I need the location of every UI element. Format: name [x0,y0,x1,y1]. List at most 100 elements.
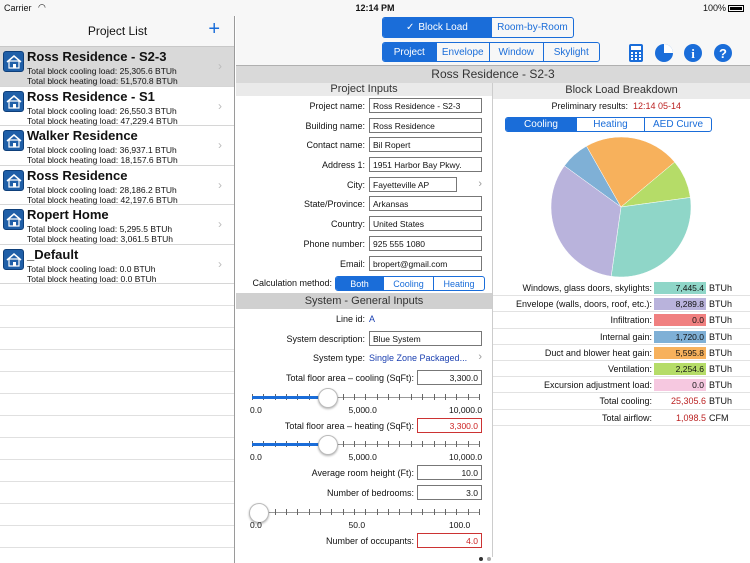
slider-tick [388,508,390,515]
project-list-item[interactable]: Ropert Home Total block cooling load: 5,2… [0,205,234,245]
field-input[interactable]: bropert@gmail.com [369,255,482,271]
battery-icon [728,5,744,13]
project-heating-load: Total block heating load: 0.0 BTUh [27,273,157,284]
slider-tick [456,393,458,400]
slider-tick [456,441,458,448]
tab-project[interactable]: Project [383,43,437,61]
mode-segmented-control: ✓ Block Load Room-by-Room [382,17,574,38]
breakdown-value: 1,720.0 [654,330,706,343]
chevron-right-icon: › [218,256,222,271]
prelim-label: Preliminary results: [551,101,628,111]
heat-area-slider[interactable]: 0.0 5,000.0 10,000.0 [236,435,492,463]
project-inputs-heading: Project Inputs [236,83,492,96]
slider-tick [433,441,435,448]
line-id-value[interactable]: A [369,314,375,324]
breakdown-unit: BTUh [709,347,733,358]
pie-chart-icon[interactable] [654,43,674,63]
project-list-item[interactable]: Walker Residence Total block cooling load… [0,126,234,166]
room-height-input[interactable]: 10.0 [417,465,482,481]
slider-fill [252,443,328,447]
field-label: Contact name: [306,140,365,151]
breakdown-row: Duct and blower heat gain: 5,595.8 BTUh [493,345,750,361]
slider-tick [376,441,378,448]
breakdown-value: 7,445.4 [654,282,706,294]
slider-tick [354,508,356,515]
empty-list-rows [0,284,234,548]
slider-tick [422,508,424,515]
help-icon[interactable]: ? [713,43,733,63]
project-list-item[interactable]: Ross Residence - S2-3 Total block cooling… [0,47,234,87]
tab-block-load[interactable]: ✓ Block Load [383,18,492,37]
project-field-row: Building name: Ross Residence [236,116,492,136]
project-list-item[interactable]: _Default Total block cooling load: 0.0 BT… [0,245,234,284]
toolbar: ✓ Block Load Room-by-Room Project Envelop… [236,16,750,66]
total-airflow-value: 1,098.5 [675,412,706,423]
slider-tick [388,441,390,448]
cool-area-input[interactable]: 3,300.0 [417,369,482,385]
project-list-item[interactable]: Ross Residence - S1 Total block cooling l… [0,87,234,126]
system-description-input[interactable]: Blue System [369,330,482,346]
breakdown-unit: BTUh [709,331,733,342]
field-input[interactable]: Ross Residence [369,117,482,133]
info-icon[interactable]: i [683,43,703,63]
house-icon [3,51,24,72]
field-label: Email: [339,258,365,269]
project-list-item[interactable]: Ross Residence Total block cooling load: … [0,166,234,205]
slider-knob[interactable] [317,435,338,456]
bedrooms-input[interactable]: 3.0 [417,485,482,500]
project-field-row: Contact name: Bil Ropert [236,135,492,155]
calc-cooling-option[interactable]: Cooling [384,277,434,291]
field-label: State/Province: [303,199,365,210]
house-icon [3,130,24,151]
calc-heating-option[interactable]: Heating [434,277,484,290]
field-input[interactable]: Bil Ropert [369,137,482,153]
calc-both-option[interactable]: Both [336,277,384,291]
breakdown-unit: BTUh [709,363,733,374]
breakdown-label: Internal gain: [599,331,652,342]
occupants-input[interactable]: 4.0 [417,532,482,548]
bedrooms-row: Number of bedrooms: 3.0 [236,483,492,503]
chevron-right-icon: › [478,177,482,190]
slider-knob[interactable] [317,387,338,408]
field-input[interactable]: Arkansas [369,196,482,212]
svg-text:i: i [691,46,695,61]
house-icon [3,90,24,112]
cool-area-slider[interactable]: 0.0 5,000.0 10,000.0 [236,387,492,416]
field-input[interactable]: Ross Residence - S2-3 [369,98,482,113]
project-heating-load: Total block heating load: 18,157.6 BTUh [27,155,178,165]
slider-tick [410,441,412,448]
tab-room-by-room[interactable]: Room-by-Room [492,18,573,37]
heat-area-input[interactable]: 3,300.0 [417,417,482,433]
tab-skylight[interactable]: Skylight [544,43,599,61]
empty-row [0,482,234,504]
slider-tick-label: 0.0 [250,452,262,463]
project-cooling-load: Total block cooling load: 28,186.2 BTUh [27,184,177,195]
field-label: Building name: [305,120,365,131]
tab-envelope[interactable]: Envelope [437,43,490,61]
field-input[interactable]: United States [369,216,482,232]
slider-tick [410,393,412,400]
bedrooms-slider[interactable]: 0.0 50.0 100.0 [236,502,492,531]
breakdown-unit: BTUh [709,315,733,326]
total-airflow-row: Total airflow: 1,098.5 CFM [493,410,750,426]
slider-tick [320,508,322,515]
house-icon [3,248,24,270]
field-label: Project name: [309,101,365,111]
tab-aed-curve[interactable]: AED Curve [645,118,711,131]
project-cooling-load: Total block cooling load: 25,305.6 BTUh [27,66,177,76]
calculator-icon[interactable] [627,43,647,63]
field-input[interactable]: 1951 Harbor Bay Pkwy. [369,157,482,173]
field-input[interactable]: 925 555 1080 [369,235,482,251]
tab-cooling[interactable]: Cooling [506,118,577,131]
cooling-pie-chart [550,136,692,278]
add-project-button[interactable]: + [208,18,220,41]
field-input[interactable]: Fayetteville AP [369,176,457,192]
project-heating-load: Total block heating load: 3,061.5 BTUh [27,234,174,244]
tab-heating[interactable]: Heating [577,118,645,131]
tab-window[interactable]: Window [490,43,544,61]
project-name: _Default [27,246,79,262]
system-type-value[interactable]: Single Zone Packaged... [369,353,467,363]
system-type-row[interactable]: System type: Single Zone Packaged... › [236,348,492,368]
slider-tick [365,441,367,448]
chevron-right-icon: › [218,98,222,113]
